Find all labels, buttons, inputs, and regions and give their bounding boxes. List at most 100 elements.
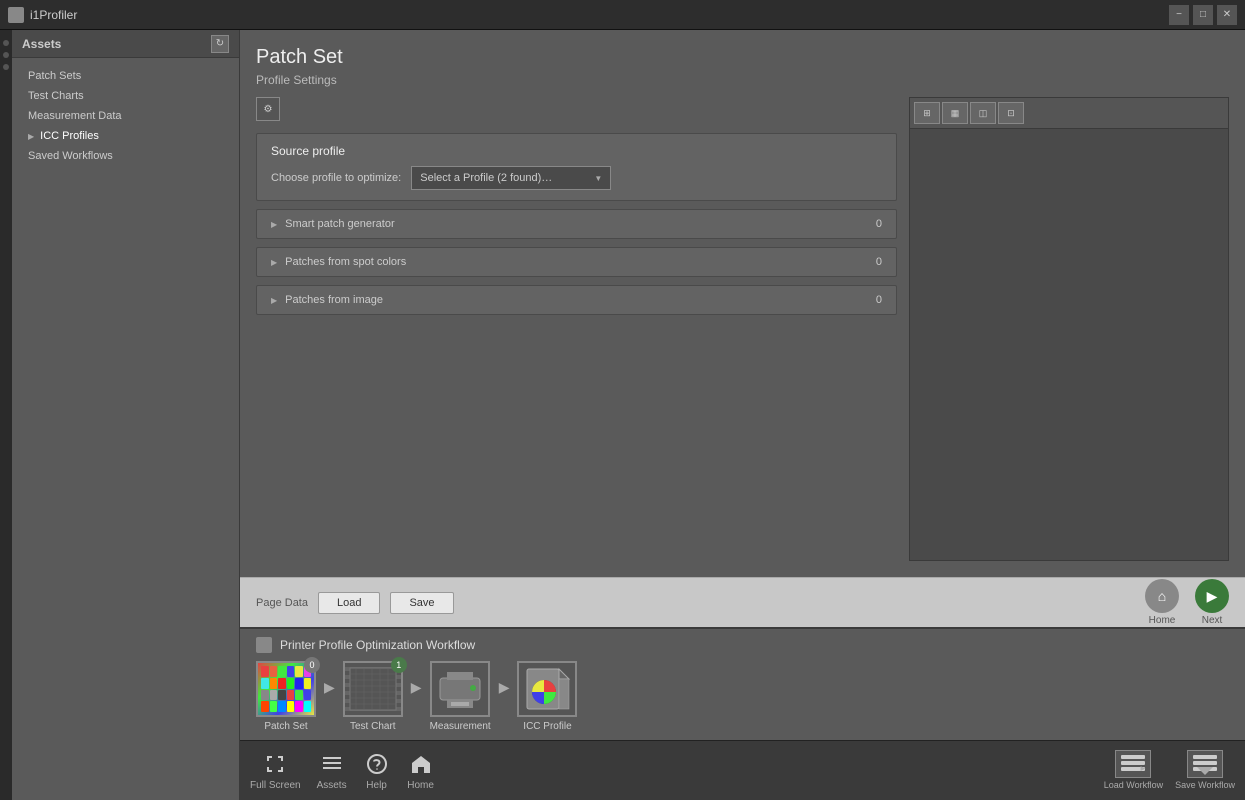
bottom-tools-right: Load Workflow Save Workflow bbox=[1104, 750, 1235, 791]
bottom-bar-left: Page Data Load Save bbox=[256, 592, 454, 614]
step-arrow-2: ▶ bbox=[403, 679, 430, 696]
help-tool[interactable]: Help bbox=[363, 750, 391, 791]
patches-from-spot-colors-count: 0 bbox=[862, 256, 882, 268]
ps-left: ⚙ Source profile Choose profile to optim… bbox=[256, 97, 897, 561]
ps-right-toolbar: ⊞ ▦ ◫ ⊡ bbox=[910, 98, 1228, 129]
home-nav-button[interactable]: ⌂ Home bbox=[1145, 579, 1179, 626]
sidebar-item-saved-workflows[interactable]: Saved Workflows bbox=[12, 146, 239, 166]
workflow-step-icc-profile[interactable]: ICC Profile bbox=[517, 661, 577, 732]
maximize-button[interactable]: □ bbox=[1193, 5, 1213, 25]
patches-from-spot-colors-row[interactable]: ▶ Patches from spot colors 0 bbox=[256, 247, 897, 277]
next-nav-label: Next bbox=[1202, 615, 1223, 626]
sidebar-title: Assets bbox=[22, 37, 61, 51]
sidebar-arrow-icon: ▶ bbox=[28, 132, 34, 141]
strip-dot bbox=[3, 64, 9, 70]
sidebar-item-label: Saved Workflows bbox=[28, 150, 113, 162]
workflow-step-patch-set[interactable]: 0 bbox=[256, 661, 316, 732]
full-screen-icon bbox=[261, 750, 289, 778]
sidebar-item-test-charts[interactable]: Test Charts bbox=[12, 86, 239, 106]
workflow-area: Printer Profile Optimization Workflow 0 bbox=[240, 627, 1245, 740]
load-workflow-label: Load Workflow bbox=[1104, 780, 1163, 791]
ps-right-btn-grid[interactable]: ⊞ bbox=[914, 102, 940, 124]
sidebar-item-icc-profiles[interactable]: ▶ ICC Profiles bbox=[12, 126, 239, 146]
next-nav-button[interactable]: ▶ Next bbox=[1195, 579, 1229, 626]
chart-svg bbox=[348, 666, 398, 712]
smart-patch-generator-row[interactable]: ▶ Smart patch generator 0 bbox=[256, 209, 897, 239]
source-profile-row: Choose profile to optimize: Select a Pro… bbox=[271, 166, 882, 190]
bottom-toolbar: Full Screen Assets bbox=[240, 740, 1245, 800]
workflow-title: Printer Profile Optimization Workflow bbox=[280, 638, 475, 652]
workflow-icon bbox=[256, 637, 272, 653]
close-button[interactable]: ✕ bbox=[1217, 5, 1237, 25]
bottom-bar-right: ⌂ Home ▶ Next bbox=[1145, 579, 1229, 626]
full-screen-label: Full Screen bbox=[250, 780, 301, 791]
ps-right-btn-detail[interactable]: ⊡ bbox=[998, 102, 1024, 124]
ps-right-btn-list[interactable]: ▦ bbox=[942, 102, 968, 124]
sidebar: Assets ↻ Patch Sets Test Charts Measurem… bbox=[12, 30, 240, 800]
step-label-patch-set: Patch Set bbox=[264, 721, 307, 732]
sidebar-item-label: Patch Sets bbox=[28, 70, 81, 82]
sidebar-item-label: Measurement Data bbox=[28, 110, 122, 122]
sidebar-nav: Patch Sets Test Charts Measurement Data … bbox=[12, 58, 239, 800]
smart-patch-generator-count: 0 bbox=[862, 218, 882, 230]
strip-dot bbox=[3, 40, 9, 46]
step-label-test-chart: Test Chart bbox=[350, 721, 396, 732]
full-screen-tool[interactable]: Full Screen bbox=[250, 750, 301, 791]
assets-label: Assets bbox=[317, 780, 347, 791]
save-button[interactable]: Save bbox=[390, 592, 453, 614]
home-nav-label: Home bbox=[1149, 615, 1176, 626]
load-button[interactable]: Load bbox=[318, 592, 380, 614]
workflow-header: Printer Profile Optimization Workflow bbox=[256, 637, 1229, 653]
home-tool-label: Home bbox=[407, 780, 434, 791]
sidebar-item-label: ICC Profiles bbox=[40, 130, 99, 142]
icc-profile-step-image bbox=[517, 661, 577, 717]
save-workflow-label: Save Workflow bbox=[1175, 780, 1235, 791]
patches-from-image-count: 0 bbox=[862, 294, 882, 306]
source-profile-label: Source profile bbox=[271, 144, 882, 158]
home-tool[interactable]: Home bbox=[407, 750, 435, 791]
main-layout: Assets ↻ Patch Sets Test Charts Measurem… bbox=[0, 30, 1245, 800]
printer-svg bbox=[435, 666, 485, 712]
step-arrow-3: ▶ bbox=[491, 679, 518, 696]
icc-svg bbox=[522, 666, 572, 712]
sidebar-item-measurement-data[interactable]: Measurement Data bbox=[12, 106, 239, 126]
workflow-steps: 0 bbox=[256, 661, 1229, 740]
smart-patch-generator-label: Smart patch generator bbox=[285, 218, 854, 230]
help-label: Help bbox=[366, 780, 387, 791]
workflow-step-test-chart[interactable]: 1 bbox=[343, 661, 403, 732]
patches-from-spot-colors-label: Patches from spot colors bbox=[285, 256, 854, 268]
step-badge-test-chart: 1 bbox=[391, 657, 407, 673]
strip-dot bbox=[3, 52, 9, 58]
left-strip bbox=[0, 30, 12, 800]
assets-tool[interactable]: Assets bbox=[317, 750, 347, 791]
step-arrow-1: ▶ bbox=[316, 679, 343, 696]
ps-body: ⚙ Source profile Choose profile to optim… bbox=[256, 97, 1229, 561]
patch-set-area: Patch Set Profile Settings ⚙ Source prof… bbox=[240, 30, 1245, 577]
next-nav-icon: ▶ bbox=[1195, 579, 1229, 613]
main-content: Patch Set Profile Settings ⚙ Source prof… bbox=[240, 30, 1245, 800]
workflow-step-measurement[interactable]: Measurement bbox=[430, 661, 491, 732]
sidebar-header: Assets ↻ bbox=[12, 30, 239, 58]
titlebar-controls: − □ ✕ bbox=[1169, 5, 1237, 25]
help-icon bbox=[363, 750, 391, 778]
load-workflow-button[interactable]: Load Workflow bbox=[1104, 750, 1163, 791]
profile-dropdown[interactable]: Select a Profile (2 found)… ▼ bbox=[411, 166, 611, 190]
section-expand-icon: ▶ bbox=[271, 296, 277, 305]
step-label-measurement: Measurement bbox=[430, 721, 491, 732]
sidebar-item-patch-sets[interactable]: Patch Sets bbox=[12, 66, 239, 86]
patches-from-image-row[interactable]: ▶ Patches from image 0 bbox=[256, 285, 897, 315]
ps-right-btn-view[interactable]: ◫ bbox=[970, 102, 996, 124]
minimize-button[interactable]: − bbox=[1169, 5, 1189, 25]
sidebar-refresh-button[interactable]: ↻ bbox=[211, 35, 229, 53]
app-icon bbox=[8, 7, 24, 23]
ps-settings-button[interactable]: ⚙ bbox=[256, 97, 280, 121]
sidebar-item-label: Test Charts bbox=[28, 90, 84, 102]
titlebar-left: i1Profiler bbox=[8, 7, 77, 23]
home-nav-icon: ⌂ bbox=[1145, 579, 1179, 613]
save-workflow-button[interactable]: Save Workflow bbox=[1175, 750, 1235, 791]
home-icon bbox=[407, 750, 435, 778]
bottom-bar: Page Data Load Save ⌂ Home ▶ Next bbox=[240, 577, 1245, 627]
ps-right-content bbox=[910, 129, 1228, 560]
bottom-tools-left: Full Screen Assets bbox=[250, 750, 435, 791]
choose-profile-label: Choose profile to optimize: bbox=[271, 172, 401, 184]
